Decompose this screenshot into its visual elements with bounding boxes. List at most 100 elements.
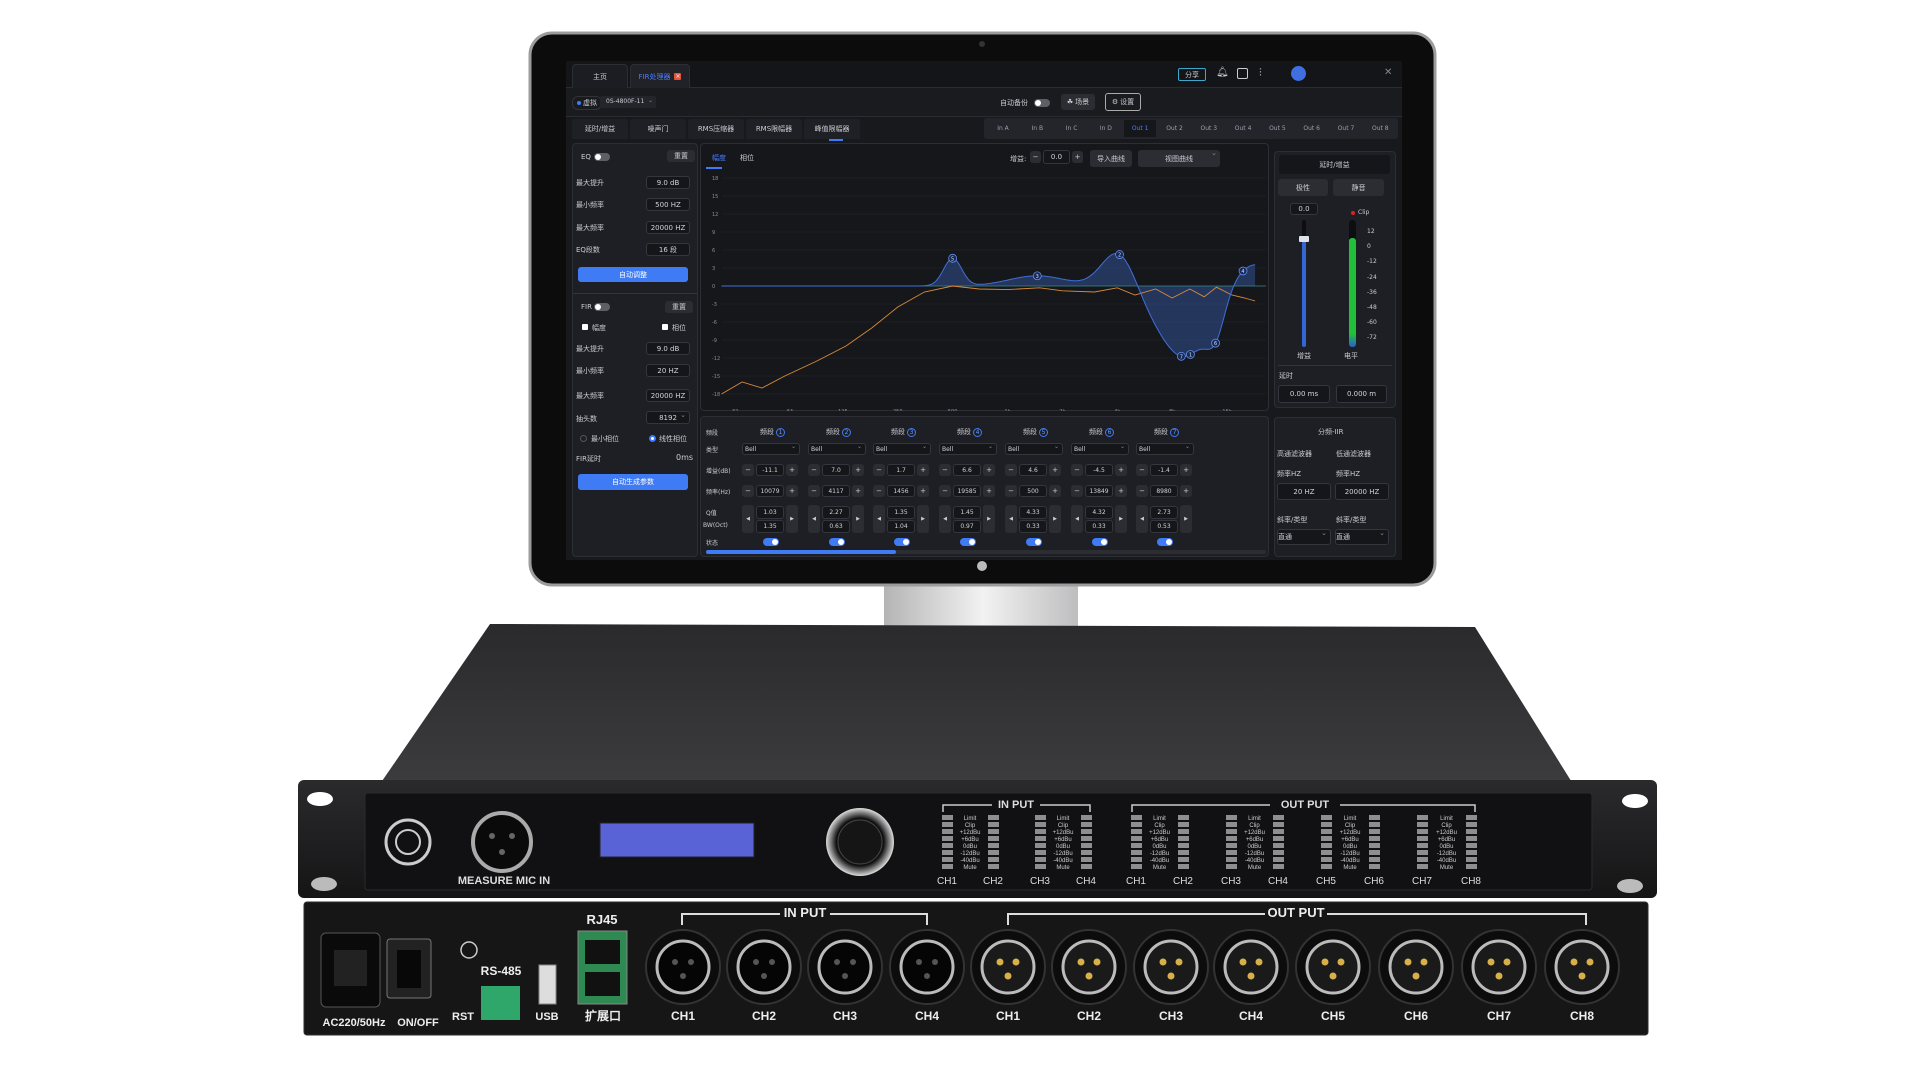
band-gain-minus-button[interactable]: −: [742, 464, 754, 476]
band-gain-plus-button[interactable]: +: [1180, 464, 1192, 476]
bell-icon[interactable]: 🔔︎: [1216, 67, 1229, 78]
band-freq-input[interactable]: 8980: [1150, 485, 1178, 497]
band-type-select[interactable]: Bell: [939, 443, 997, 455]
q-increase-button[interactable]: ▶: [1049, 505, 1061, 533]
band-gain-plus-button[interactable]: +: [786, 464, 798, 476]
band-gain-minus-button[interactable]: −: [1136, 464, 1148, 476]
band-freq-plus-button[interactable]: +: [1049, 485, 1061, 497]
fir-toggle[interactable]: [594, 303, 610, 311]
gain-slider-thumb[interactable]: [1299, 236, 1309, 243]
subtab[interactable]: RMS限幅器: [746, 119, 802, 139]
subtab[interactable]: 峰值限幅器: [804, 119, 860, 139]
band-gain-minus-button[interactable]: −: [939, 464, 951, 476]
q-increase-button[interactable]: ▶: [1180, 505, 1192, 533]
band-bw-input[interactable]: 1.04: [887, 520, 915, 533]
band-gain-input[interactable]: -1.4: [1150, 464, 1178, 476]
band-state-toggle[interactable]: [894, 538, 910, 546]
band-q-input[interactable]: 2.27: [822, 506, 850, 519]
q-decrease-button[interactable]: ◀: [1071, 505, 1083, 533]
band-freq-plus-button[interactable]: +: [1115, 485, 1127, 497]
delay-ms-input[interactable]: 0.00 ms: [1278, 385, 1330, 403]
lp-type-select[interactable]: 直通: [1335, 529, 1389, 545]
band-state-toggle[interactable]: [1157, 538, 1173, 546]
band-gain-plus-button[interactable]: +: [917, 464, 929, 476]
amplitude-checkbox[interactable]: [582, 324, 588, 330]
device-select[interactable]: 0S-4800F-11: [600, 95, 656, 108]
band-state-toggle[interactable]: [829, 538, 845, 546]
band-q-input[interactable]: 4.33: [1019, 506, 1047, 519]
band-freq-plus-button[interactable]: +: [786, 485, 798, 497]
fir-max_freq-input[interactable]: 20000 HZ: [646, 389, 690, 402]
band-freq-minus-button[interactable]: −: [1005, 485, 1017, 497]
min-phase-radio[interactable]: [580, 435, 587, 442]
channel-tab[interactable]: In A: [987, 120, 1019, 137]
band-gain-plus-button[interactable]: +: [852, 464, 864, 476]
band-gain-minus-button[interactable]: −: [808, 464, 820, 476]
linear-phase-radio[interactable]: [649, 435, 656, 442]
band-type-select[interactable]: Bell: [1071, 443, 1129, 455]
band-gain-input[interactable]: -11.1: [756, 464, 784, 476]
band-bw-input[interactable]: 0.53: [1150, 520, 1178, 533]
q-decrease-button[interactable]: ◀: [1136, 505, 1148, 533]
band-gain-plus-button[interactable]: +: [1049, 464, 1061, 476]
band-bw-input[interactable]: 0.63: [822, 520, 850, 533]
lp-freq-input[interactable]: 20000 HZ: [1335, 483, 1389, 500]
q-decrease-button[interactable]: ◀: [742, 505, 754, 533]
band-gain-input[interactable]: 6.6: [953, 464, 981, 476]
band-freq-plus-button[interactable]: +: [852, 485, 864, 497]
phase-checkbox[interactable]: [662, 324, 668, 330]
share-button[interactable]: 分享: [1178, 68, 1206, 81]
user-avatar-icon[interactable]: [1291, 66, 1306, 81]
channel-tab[interactable]: Out 5: [1261, 120, 1293, 137]
q-decrease-button[interactable]: ◀: [939, 505, 951, 533]
band-gain-minus-button[interactable]: −: [1071, 464, 1083, 476]
channel-tab[interactable]: Out 7: [1330, 120, 1362, 137]
band-gain-input[interactable]: 1.7: [887, 464, 915, 476]
band-type-select[interactable]: Bell: [1005, 443, 1063, 455]
band-freq-minus-button[interactable]: −: [1136, 485, 1148, 497]
tab-home[interactable]: 主页: [572, 64, 628, 88]
subtab[interactable]: RMS压缩器: [688, 119, 744, 139]
band-bw-input[interactable]: 0.33: [1019, 520, 1047, 533]
band-state-toggle[interactable]: [1026, 538, 1042, 546]
band-gain-plus-button[interactable]: +: [1115, 464, 1127, 476]
scene-button[interactable]: ☘ 场景: [1061, 94, 1095, 110]
band-freq-input[interactable]: 10079: [756, 485, 784, 497]
band-freq-input[interactable]: 4117: [822, 485, 850, 497]
channel-tab[interactable]: Out 3: [1193, 120, 1225, 137]
channel-tab[interactable]: In C: [1056, 120, 1088, 137]
channel-tab[interactable]: In D: [1090, 120, 1122, 137]
tab-fir-processor[interactable]: FIR处理器 ×: [630, 64, 690, 88]
q-decrease-button[interactable]: ◀: [808, 505, 820, 533]
eq-max_freq-input[interactable]: 20000 HZ: [646, 221, 690, 234]
close-icon[interactable]: ✕: [1384, 67, 1392, 78]
delay-m-input[interactable]: 0.000 m: [1336, 385, 1387, 403]
band-gain-input[interactable]: 7.0: [822, 464, 850, 476]
band-freq-minus-button[interactable]: −: [873, 485, 885, 497]
eq-max_boost-input[interactable]: 9.0 dB: [646, 176, 690, 189]
band-type-select[interactable]: Bell: [873, 443, 931, 455]
hp-freq-input[interactable]: 20 HZ: [1277, 483, 1331, 500]
channel-tab[interactable]: Out 4: [1227, 120, 1259, 137]
band-freq-input[interactable]: 19585: [953, 485, 981, 497]
band-gain-input[interactable]: 4.6: [1019, 464, 1047, 476]
channel-tab[interactable]: In B: [1021, 120, 1053, 137]
mixer-icon[interactable]: ⫶: [1259, 66, 1262, 80]
band-type-select[interactable]: Bell: [808, 443, 866, 455]
auto-backup-toggle[interactable]: [1034, 99, 1050, 107]
band-q-input[interactable]: 2.73: [1150, 506, 1178, 519]
band-type-select[interactable]: Bell: [742, 443, 800, 455]
eq-toggle[interactable]: [594, 153, 610, 161]
close-tab-icon[interactable]: ×: [674, 73, 682, 80]
fir-max_boost-input[interactable]: 9.0 dB: [646, 342, 690, 355]
store-icon[interactable]: [1237, 68, 1248, 79]
band-bw-input[interactable]: 0.97: [953, 520, 981, 533]
polarity-button[interactable]: 极性: [1278, 179, 1328, 196]
eq-bands-input[interactable]: 16 段: [646, 243, 690, 256]
gain-value-display[interactable]: 0.0: [1290, 203, 1318, 215]
q-increase-button[interactable]: ▶: [983, 505, 995, 533]
q-increase-button[interactable]: ▶: [786, 505, 798, 533]
band-q-input[interactable]: 1.35: [887, 506, 915, 519]
band-gain-input[interactable]: -4.5: [1085, 464, 1113, 476]
band-type-select[interactable]: Bell: [1136, 443, 1194, 455]
